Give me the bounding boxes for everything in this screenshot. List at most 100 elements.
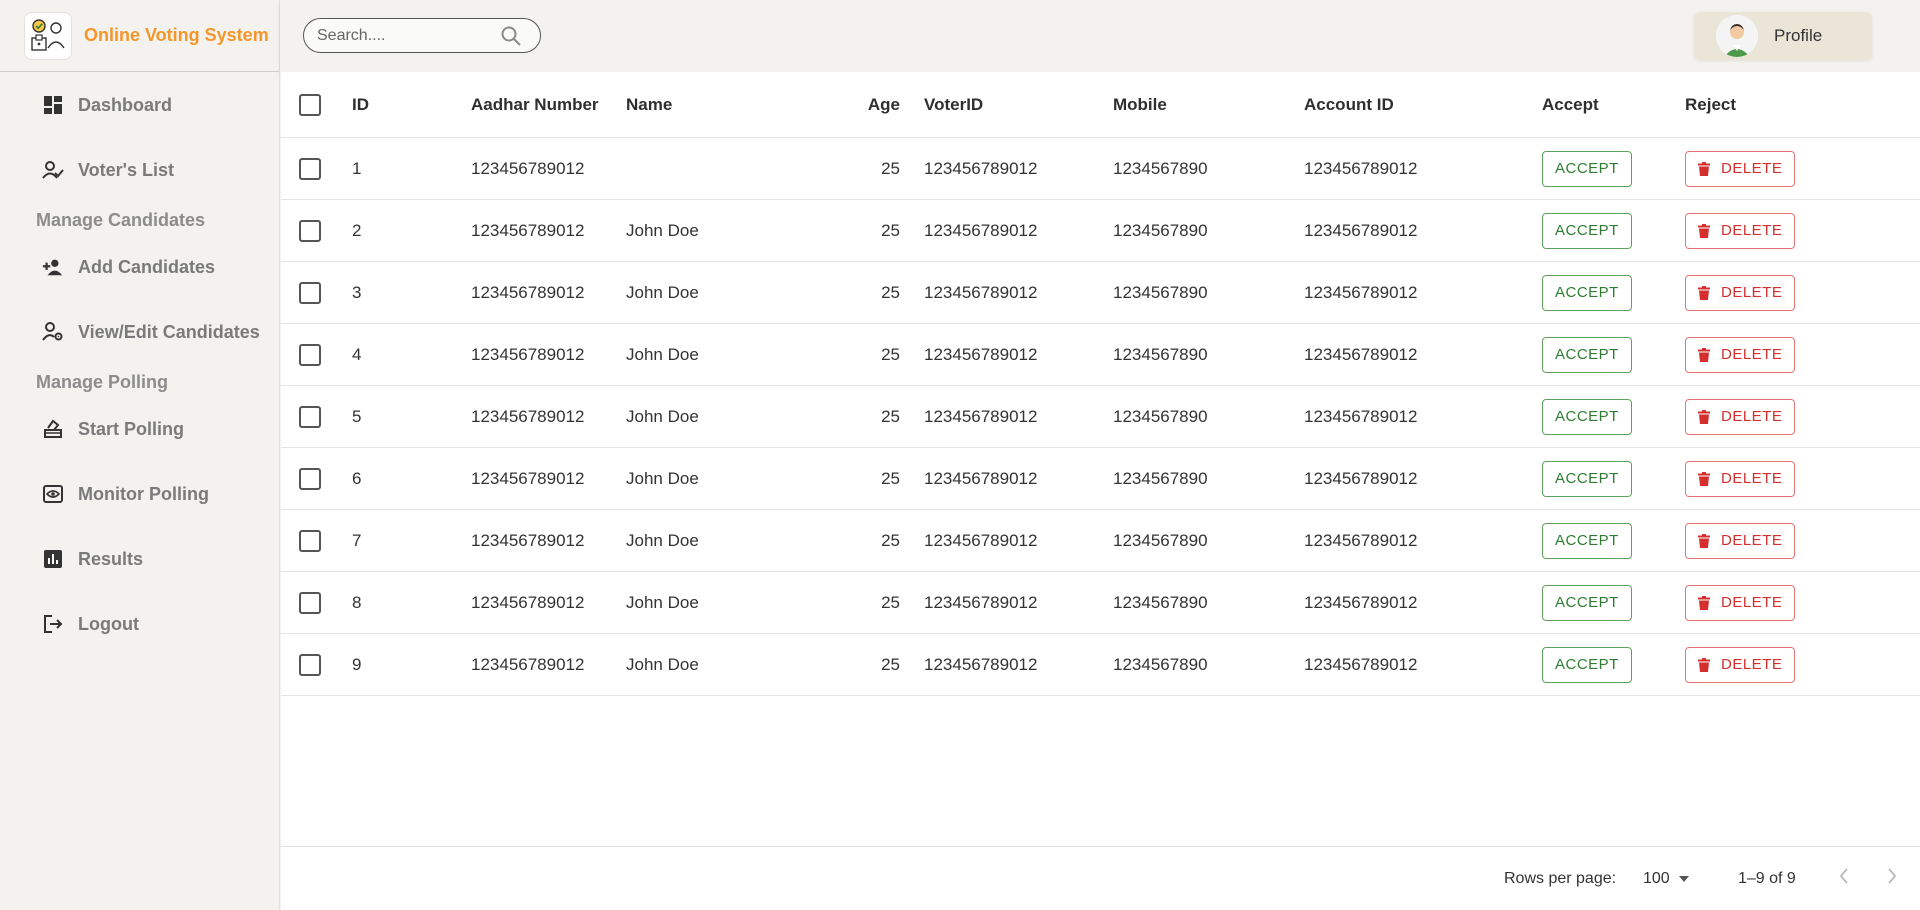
column-header-name[interactable]: Name xyxy=(626,72,672,137)
cell-aadhar: 123456789012 xyxy=(471,220,585,240)
row-checkbox-cell xyxy=(299,448,321,509)
column-header-id[interactable]: ID xyxy=(352,72,369,137)
rows-per-page-select[interactable]: 100 xyxy=(1643,870,1690,888)
cell-voter-id: 123456789012 xyxy=(924,406,1038,426)
cell-reject: DELETE xyxy=(1685,324,1796,385)
cell-voter-id: 123456789012 xyxy=(924,592,1038,612)
trash-icon xyxy=(1698,161,1710,176)
column-header-accept[interactable]: Accept xyxy=(1542,72,1599,137)
cell-mobile: 1234567890 xyxy=(1113,220,1208,240)
row-checkbox[interactable] xyxy=(299,591,321,614)
accept-button[interactable]: ACCEPT xyxy=(1542,584,1632,621)
cell-voter-id: 123456789012 xyxy=(924,282,1038,302)
sidebar-nav: Dashboard Voter's List Manage Candidates… xyxy=(0,72,279,649)
column-header-mobile[interactable]: Mobile xyxy=(1113,72,1167,137)
row-checkbox[interactable] xyxy=(299,157,321,180)
accept-button[interactable]: ACCEPT xyxy=(1542,398,1632,435)
cell-mobile: 1234567890 xyxy=(1113,530,1208,550)
cell-account-id: 123456789012 xyxy=(1304,468,1418,488)
sidebar-item-start-polling[interactable]: Start Polling xyxy=(0,404,279,454)
row-checkbox[interactable] xyxy=(299,219,321,242)
cell-aadhar: 123456789012 xyxy=(471,406,585,426)
next-page-icon[interactable] xyxy=(1885,867,1899,890)
sidebar-item-results[interactable]: Results xyxy=(0,534,279,584)
cell-age: 25 xyxy=(881,282,900,302)
row-checkbox-cell xyxy=(299,510,321,571)
delete-button[interactable]: DELETE xyxy=(1685,522,1796,559)
cell-accept: ACCEPT xyxy=(1542,448,1632,509)
delete-button[interactable]: DELETE xyxy=(1685,336,1796,373)
trash-icon xyxy=(1698,471,1710,486)
profile-label: Profile xyxy=(1774,26,1823,45)
person-gear-icon xyxy=(42,321,64,343)
cell-voter-id: 123456789012 xyxy=(924,220,1038,240)
row-checkbox[interactable] xyxy=(299,281,321,304)
sidebar-item-label: Voter's List xyxy=(78,159,174,180)
cell-age: 25 xyxy=(881,468,900,488)
select-all-checkbox[interactable] xyxy=(299,93,321,116)
cell-age: 25 xyxy=(881,220,900,240)
cell-mobile: 1234567890 xyxy=(1113,654,1208,674)
row-checkbox-cell xyxy=(299,634,321,695)
accept-button[interactable]: ACCEPT xyxy=(1542,212,1632,249)
search-box xyxy=(303,18,541,53)
cell-account-id: 123456789012 xyxy=(1304,282,1418,302)
delete-button[interactable]: DELETE xyxy=(1685,646,1796,683)
delete-button[interactable]: DELETE xyxy=(1685,460,1796,497)
row-checkbox[interactable] xyxy=(299,405,321,428)
accept-button[interactable]: ACCEPT xyxy=(1542,646,1632,683)
cell-mobile: 1234567890 xyxy=(1113,344,1208,364)
delete-button[interactable]: DELETE xyxy=(1685,398,1796,435)
row-checkbox[interactable] xyxy=(299,343,321,366)
search-icon[interactable] xyxy=(500,25,522,52)
delete-button[interactable]: DELETE xyxy=(1685,584,1796,621)
previous-page-icon[interactable] xyxy=(1837,867,1851,890)
cell-voter-id: 123456789012 xyxy=(924,530,1038,550)
column-header-reject[interactable]: Reject xyxy=(1685,72,1736,137)
cell-name: John Doe xyxy=(626,592,699,612)
sidebar-item-dashboard[interactable]: Dashboard xyxy=(0,80,279,130)
cell-aadhar: 123456789012 xyxy=(471,344,585,364)
cell-aadhar: 123456789012 xyxy=(471,282,585,302)
logout-icon xyxy=(42,613,64,635)
cell-reject: DELETE xyxy=(1685,572,1796,633)
table-body: 1 123456789012 25 123456789012 123456789… xyxy=(281,138,1920,696)
avatar xyxy=(1716,15,1758,57)
cell-age: 25 xyxy=(881,344,900,364)
delete-button[interactable]: DELETE xyxy=(1685,274,1796,311)
column-header-account-id[interactable]: Account ID xyxy=(1304,72,1394,137)
row-checkbox-cell xyxy=(299,324,321,385)
profile-button[interactable]: Profile xyxy=(1694,12,1872,60)
row-checkbox[interactable] xyxy=(299,467,321,490)
table-row: 5 123456789012 John Doe 25 123456789012 … xyxy=(281,386,1920,448)
cell-reject: DELETE xyxy=(1685,634,1796,695)
sidebar-item-add-candidates[interactable]: Add Candidates xyxy=(0,242,279,292)
sidebar: Online Voting System Dashboard Voter's L… xyxy=(0,0,280,910)
delete-button[interactable]: DELETE xyxy=(1685,212,1796,249)
delete-button[interactable]: DELETE xyxy=(1685,150,1796,187)
sidebar-item-monitor-polling[interactable]: Monitor Polling xyxy=(0,469,279,519)
cell-accept: ACCEPT xyxy=(1542,510,1632,571)
row-checkbox[interactable] xyxy=(299,529,321,552)
sidebar-item-voters-list[interactable]: Voter's List xyxy=(0,145,279,195)
row-checkbox-cell xyxy=(299,386,321,447)
sidebar-item-logout[interactable]: Logout xyxy=(0,599,279,649)
row-checkbox-cell xyxy=(299,200,321,261)
column-header-voter-id[interactable]: VoterID xyxy=(924,72,983,137)
column-header-aadhar[interactable]: Aadhar Number xyxy=(471,72,599,137)
cell-account-id: 123456789012 xyxy=(1304,158,1418,178)
accept-button[interactable]: ACCEPT xyxy=(1542,274,1632,311)
cell-reject: DELETE xyxy=(1685,386,1796,447)
column-header-age[interactable]: Age xyxy=(821,72,900,137)
search-input[interactable] xyxy=(317,26,497,45)
sidebar-item-view-edit-candidates[interactable]: View/Edit Candidates xyxy=(0,307,279,357)
accept-button[interactable]: ACCEPT xyxy=(1542,336,1632,373)
accept-button[interactable]: ACCEPT xyxy=(1542,150,1632,187)
accept-button[interactable]: ACCEPT xyxy=(1542,460,1632,497)
cell-name: John Doe xyxy=(626,220,699,240)
cell-name: John Doe xyxy=(626,530,699,550)
cell-aadhar: 123456789012 xyxy=(471,158,585,178)
table-row: 1 123456789012 25 123456789012 123456789… xyxy=(281,138,1920,200)
accept-button[interactable]: ACCEPT xyxy=(1542,522,1632,559)
row-checkbox[interactable] xyxy=(299,653,321,676)
